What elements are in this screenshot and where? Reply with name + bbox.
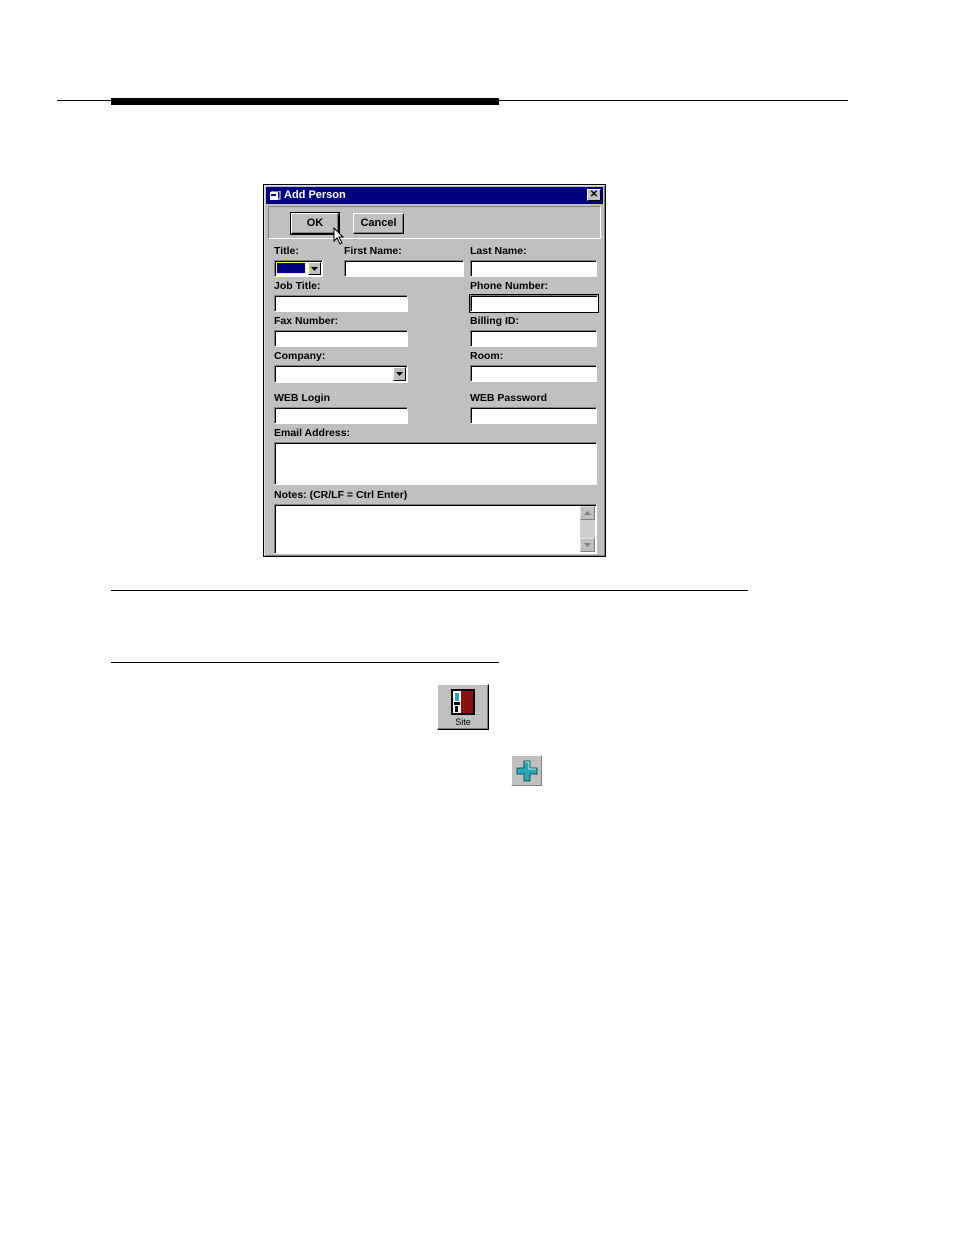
dialog-titlebar[interactable]: Add Person ✕ [266,187,603,204]
web-password-field[interactable] [470,407,597,424]
title-dropdown-button[interactable] [308,262,321,275]
chevron-down-icon [311,267,318,271]
section-rule-short [111,662,499,663]
title-label: Title: [274,245,299,257]
add-button[interactable] [511,755,542,786]
cancel-button[interactable]: Cancel [353,213,404,234]
first-name-label: First Name: [344,245,402,257]
chevron-up-icon [584,511,591,515]
header-rule-thick [111,98,499,105]
billing-id-field[interactable] [470,330,597,347]
plus-icon [516,760,538,782]
last-name-field[interactable] [470,260,597,277]
chevron-down-icon [396,372,403,376]
dialog-title: Add Person [284,189,346,201]
site-icon [451,689,475,715]
phone-number-label: Phone Number: [470,280,549,292]
cancel-button-label: Cancel [360,217,397,229]
close-icon: ✕ [589,189,599,200]
title-combobox[interactable] [274,260,323,277]
ok-button-label: OK [306,217,324,229]
email-address-label: Email Address: [274,427,351,439]
scroll-up-button[interactable] [580,506,595,520]
billing-id-label: Billing ID: [470,315,519,327]
mouse-pointer-icon [333,227,345,245]
site-button[interactable]: Site [437,684,489,730]
job-title-field[interactable] [274,295,408,312]
job-title-label: Job Title: [274,280,321,292]
fax-number-field[interactable] [274,330,408,347]
scroll-down-button[interactable] [580,538,595,552]
fax-number-label: Fax Number: [274,315,339,327]
site-label: Site [455,717,471,727]
ok-button[interactable]: OK [290,212,340,235]
phone-number-field[interactable] [469,294,599,313]
last-name-label: Last Name: [470,245,527,257]
close-button[interactable]: ✕ [587,189,601,201]
room-field[interactable] [470,365,597,382]
notes-field[interactable] [274,504,597,554]
company-dropdown-button[interactable] [393,367,406,381]
chevron-down-icon [584,543,591,547]
dialog-toolbar: OK Cancel [268,206,601,245]
first-name-field[interactable] [344,260,464,277]
app-icon [270,190,281,200]
notes-scrollbar[interactable] [580,506,595,552]
add-person-dialog: Add Person ✕ OK Cancel Title: First Name… [263,184,606,557]
notes-label: Notes: (CR/LF = Ctrl Enter) [274,489,408,501]
company-label: Company: [274,350,326,362]
email-address-field[interactable] [274,442,597,485]
web-password-label: WEB Password [470,392,548,404]
web-login-field[interactable] [274,407,408,424]
section-rule-long [111,590,748,591]
room-label: Room: [470,350,504,362]
web-login-label: WEB Login [274,392,330,404]
title-selection [276,262,306,274]
company-combobox[interactable] [274,365,408,383]
